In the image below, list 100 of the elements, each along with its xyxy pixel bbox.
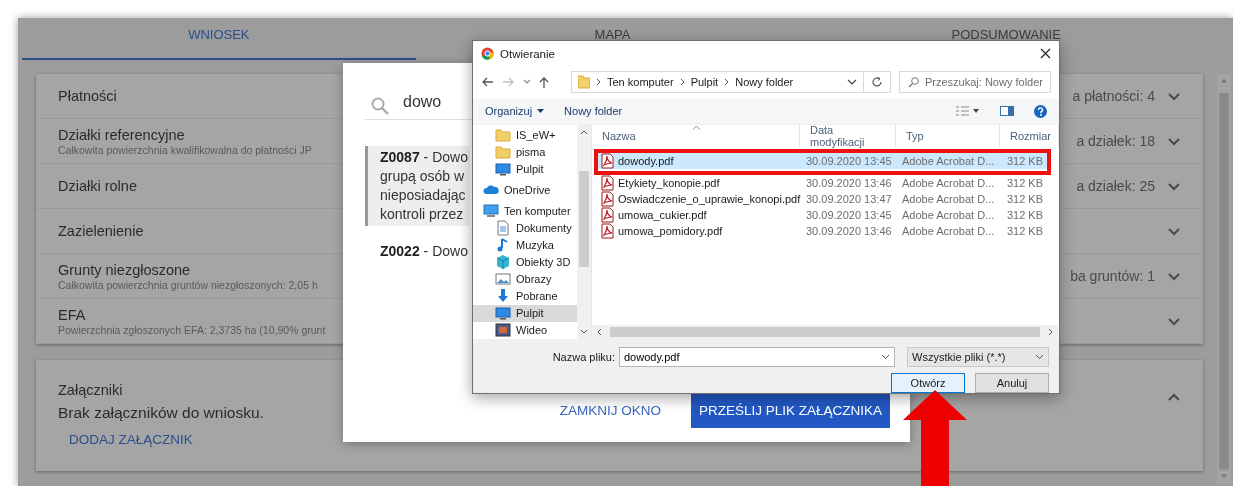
- close-icon[interactable]: [1040, 48, 1051, 59]
- section-summary: a płatności: 4: [1072, 88, 1155, 104]
- nav-item[interactable]: Pobrane: [473, 287, 577, 305]
- file-row[interactable]: Etykiety_konopie.pdf 30.09.2020 13:46 Adobe Acrobat D... 312 KB: [596, 174, 1047, 191]
- file-size: 312 KB: [1005, 176, 1044, 189]
- pdf-file-icon: [600, 152, 614, 169]
- picture-icon: [495, 271, 511, 288]
- file-type: Adobe Acrobat D...: [901, 154, 996, 167]
- nav-item[interactable]: Dokumenty: [473, 219, 577, 237]
- file-size: 312 KB: [1005, 192, 1044, 205]
- document-icon: [495, 220, 511, 237]
- file-type-dropdown[interactable]: Wszystkie pliki (*.*): [907, 346, 1049, 367]
- video-icon: [495, 322, 511, 339]
- file-name: Etykiety_konopie.pdf: [596, 174, 800, 191]
- folder-icon: [578, 75, 590, 90]
- nav-item[interactable]: Ten komputer: [473, 202, 577, 220]
- nav-item[interactable]: Pulpit: [473, 160, 577, 178]
- column-header[interactable]: Data modyfikacji: [800, 124, 896, 147]
- vertical-scrollbar[interactable]: [577, 124, 591, 339]
- address-bar[interactable]: Ten komputer Pulpit Nowy folder: [571, 71, 891, 94]
- file-name: umowa_pomidory.pdf: [596, 222, 800, 239]
- chevron-right-icon: [596, 78, 601, 87]
- open-button[interactable]: Otwórz: [891, 372, 965, 393]
- annotation-arrow-icon: [903, 390, 967, 486]
- desktop-icon: [495, 305, 511, 322]
- search-icon: [908, 76, 919, 88]
- section-title: Działki referencyjne: [58, 126, 185, 143]
- chevron-down-icon: [1035, 353, 1044, 360]
- nav-item[interactable]: Muzyka: [473, 236, 577, 254]
- section-summary: a działek: 25: [1076, 178, 1155, 194]
- breadcrumb[interactable]: Pulpit: [690, 76, 719, 89]
- nav-item[interactable]: Obrazy: [473, 270, 577, 288]
- section-title: Grunty niezgłoszone: [58, 261, 191, 278]
- file-date: 30.09.2020 13:46: [805, 224, 893, 237]
- tab[interactable]: MAPA: [594, 26, 631, 42]
- nav-item[interactable]: OneDrive: [473, 181, 577, 199]
- section-title: Działki rolne: [58, 178, 137, 194]
- preview-pane-icon[interactable]: [1000, 106, 1014, 117]
- pdf-file-icon: [600, 190, 614, 207]
- file-row[interactable]: umowa_pomidory.pdf 30.09.2020 13:46 Adobe Acrobat D... 312 KB: [596, 222, 1047, 239]
- cube-icon: [495, 254, 511, 271]
- nav-item[interactable]: Wideo: [473, 321, 577, 339]
- back-arrow-icon[interactable]: [481, 77, 494, 88]
- view-options-icon[interactable]: [956, 106, 980, 117]
- chevron-up-icon[interactable]: [1167, 392, 1181, 403]
- section-summary: a działek: 18: [1076, 133, 1155, 149]
- pdf-file-icon: [600, 222, 614, 239]
- refresh-icon[interactable]: [871, 76, 883, 89]
- help-icon[interactable]: [1034, 104, 1047, 118]
- horizontal-scrollbar[interactable]: [592, 324, 1058, 339]
- organize-menu[interactable]: Organizuj: [485, 105, 545, 118]
- tab[interactable]: PODSUMOWANIE: [951, 26, 1061, 42]
- nav-item[interactable]: Pulpit: [473, 304, 577, 322]
- file-name: Oswiadczenie_o_uprawie_konopi.pdf: [596, 190, 800, 207]
- breadcrumb[interactable]: Ten komputer: [607, 76, 674, 89]
- caret-down-icon[interactable]: [523, 79, 531, 86]
- section-subtitle: Powierzchnia zgłoszonych EFA: 2,3735 ha (10,90% grunt: [58, 323, 326, 336]
- column-header[interactable]: Rozmiar: [1000, 124, 1059, 147]
- pdf-file-icon: [600, 174, 614, 191]
- file-date: 30.09.2020 13:46: [805, 176, 893, 189]
- search-result[interactable]: Z0087 - Dowo grupą osób w nieposiadając kontroli przez: [365, 146, 470, 226]
- filename-label: Nazwa pliku:: [552, 350, 615, 363]
- section-subtitle: Całkowita powierzchnia gruntów niezgłoszonych: 2,05 h: [58, 278, 318, 291]
- cancel-button[interactable]: Anuluj: [975, 372, 1049, 393]
- search-icon: [371, 97, 389, 115]
- file-row[interactable]: umowa_cukier.pdf 30.09.2020 13:45 Adobe Acrobat D... 312 KB: [596, 206, 1047, 223]
- file-type: Adobe Acrobat D...: [901, 176, 996, 189]
- search-result[interactable]: Z0022 - Dowo: [365, 240, 470, 263]
- chevron-down-icon[interactable]: [881, 353, 890, 360]
- new-folder-button[interactable]: Nowy folder: [564, 105, 623, 118]
- file-type: Adobe Acrobat D...: [901, 192, 996, 205]
- file-type: Adobe Acrobat D...: [901, 208, 996, 221]
- file-name: umowa_cukier.pdf: [596, 206, 800, 223]
- folder-icon: [495, 127, 511, 144]
- section-title: EFA: [58, 306, 86, 323]
- file-size: 312 KB: [1005, 154, 1044, 167]
- column-header[interactable]: Nazwa: [592, 124, 800, 147]
- column-header[interactable]: Typ: [896, 124, 1000, 147]
- search-field[interactable]: Przeszukaj: Nowy folder: [899, 71, 1051, 94]
- sort-caret-icon: [692, 124, 701, 130]
- file-type: Adobe Acrobat D...: [901, 224, 996, 237]
- section-title: Zazielenienie: [58, 223, 144, 239]
- window-title: Otwieranie: [500, 47, 556, 60]
- chevron-down-icon[interactable]: [847, 79, 857, 86]
- caret-down-icon: [537, 109, 545, 114]
- file-date: 30.09.2020 13:47: [805, 192, 893, 205]
- nav-item[interactable]: IS_eW+: [473, 126, 577, 144]
- section-subtitle: Całkowita powierzchnia kwalifikowalna do płatności JP: [58, 143, 312, 156]
- breadcrumb[interactable]: Nowy folder: [735, 76, 794, 89]
- up-arrow-icon[interactable]: [539, 76, 549, 89]
- file-size: 312 KB: [1005, 224, 1044, 237]
- close-button[interactable]: ZAMKNIJ OKNO: [551, 394, 669, 427]
- folder-icon: [495, 144, 511, 161]
- desktop-icon: [495, 161, 511, 178]
- filename-field[interactable]: dowody.pdf: [619, 346, 895, 367]
- upload-button[interactable]: PRZEŚLIJ PLIK ZAŁĄCZNIKA: [690, 393, 890, 428]
- search-field[interactable]: dowo: [403, 93, 459, 119]
- nav-item[interactable]: Obiekty 3D: [473, 253, 577, 271]
- nav-item[interactable]: pisma: [473, 143, 577, 161]
- file-row[interactable]: Oswiadczenie_o_uprawie_konopi.pdf 30.09.2020 13:47 Adobe Acrobat D... 312 KB: [596, 190, 1047, 207]
